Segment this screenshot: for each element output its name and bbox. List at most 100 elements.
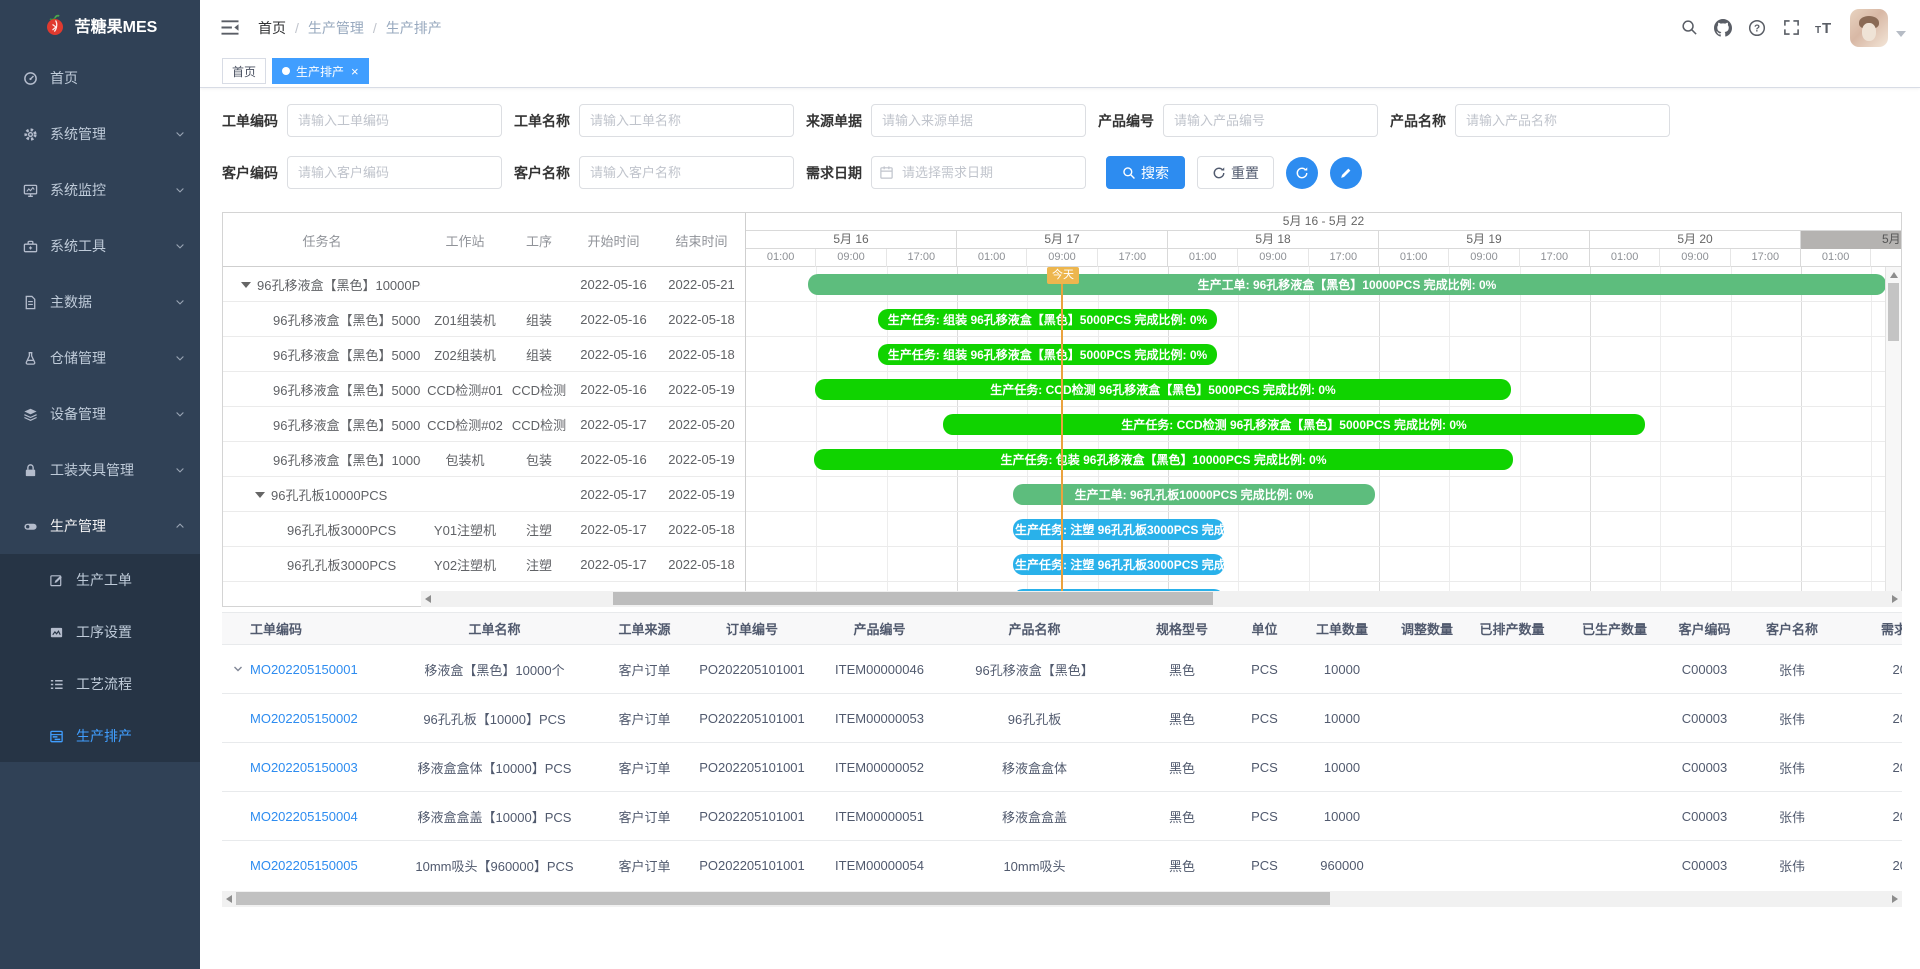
font-size-icon[interactable]: TT [1808,11,1842,45]
sidebar-item-3[interactable]: 系统工具 [0,218,200,274]
help-icon[interactable]: ? [1740,11,1774,45]
tag-0[interactable]: 首页 [222,58,266,84]
search-icon[interactable] [1672,11,1706,45]
sidebar-item-0[interactable]: 首页 [0,50,200,106]
expand-triangle-icon[interactable] [255,492,265,498]
table-cell: 客户订单 [597,694,692,742]
reset-button[interactable]: 重置 [1197,156,1274,189]
work-order-link[interactable]: MO202205150001 [250,662,358,677]
gantt-task-row[interactable]: 96孔移液盒【黑色】5000PCSZ01组装机组装2022-05-162022-… [223,302,745,337]
table-row[interactable]: MO20220515000296孔孔板【10000】PCS客户订单PO20220… [222,694,1902,743]
gantt-bar-task[interactable]: 生产任务: CCD检测 96孔移液盒【黑色】5000PCS 完成比例: 0% [815,379,1511,400]
work-order-link[interactable]: MO202205150003 [250,760,358,775]
gantt-task-row[interactable]: 96孔移液盒【黑色】5000PCSZ02组装机组装2022-05-162022-… [223,337,745,372]
gantt-task-row[interactable]: 96孔孔板3000PCSY03注塑机注塑2022-05-172022-05-18 [223,582,745,591]
table-row[interactable]: MO202205150003移液盒盒体【10000】PCS客户订单PO20220… [222,743,1902,792]
filter-input-1-4[interactable] [1455,104,1670,137]
sidebar-item-8[interactable]: 生产管理 [0,498,200,554]
table-row[interactable]: MO20220515000510mm吸头【960000】PCS客户订单PO202… [222,841,1902,889]
gantt-bar-selected[interactable]: 生产任务: 注塑 96孔孔板3000PCS 完成比例: 0% [1013,519,1224,540]
sidebar-subitem-0[interactable]: 生产工单 [0,554,200,606]
edit-circle-button[interactable] [1330,157,1362,189]
sidebar-subitem-2[interactable]: 工艺流程 [0,658,200,710]
search-button-label: 搜索 [1141,163,1169,183]
gantt-task-row[interactable]: 96孔孔板3000PCSY02注塑机注塑2022-05-172022-05-18 [223,547,745,582]
work-order-link[interactable]: MO202205150004 [250,809,358,824]
breadcrumb-item[interactable]: 首页 [258,18,286,38]
scroll-right-arrow-icon[interactable] [1892,895,1898,903]
gantt-bar-selected[interactable]: 生产任务: 注塑 96孔孔板3000PCS 完成比例: 0% [1013,554,1224,575]
search-button[interactable]: 搜索 [1106,156,1185,189]
filter-group-1-3: 产品编号 [1098,104,1378,137]
work-order-link[interactable]: MO202205150002 [250,711,358,726]
table-cell: PO202205101001 [692,645,812,693]
table-cell: 10000 [1287,743,1397,791]
row-expand-chevron-icon[interactable] [232,663,244,675]
scroll-left-arrow-icon[interactable] [226,895,232,903]
filter-input-1-2[interactable] [871,104,1086,137]
table-cell: PCS [1242,743,1287,791]
filter-input-1-3[interactable] [1163,104,1378,137]
gantt-bar-task[interactable]: 生产任务: 组装 96孔移液盒【黑色】5000PCS 完成比例: 0% [878,344,1217,365]
sidebar-item-6[interactable]: 设备管理 [0,386,200,442]
work-order-link[interactable]: MO202205150005 [250,858,358,873]
sidebar-item-label: 设备管理 [50,404,106,424]
filter-input-2-0[interactable] [287,156,502,189]
table-cell: 2022 [1837,841,1902,889]
gantt-bar-task[interactable]: 生产任务: CCD检测 96孔移液盒【黑色】5000PCS 完成比例: 0% [943,414,1645,435]
horizontal-scroll-thumb[interactable] [236,892,1330,905]
scroll-up-arrow-icon[interactable] [1890,272,1898,278]
table-cell: 张伟 [1747,743,1837,791]
vertical-scroll-thumb[interactable] [1888,283,1899,341]
user-menu-caret-icon[interactable] [1896,31,1906,37]
refresh-icon [1212,166,1226,180]
sidebar-item-4[interactable]: 主数据 [0,274,200,330]
gantt-task-row[interactable]: 96孔移液盒【黑色】5000PCSCCD检测#02CCD检测2022-05-17… [223,407,745,442]
refresh-circle-button[interactable] [1286,157,1318,189]
grid-hline [746,476,1901,477]
sidebar-subitem-3[interactable]: 生产排产 [0,710,200,762]
gantt-task-row[interactable]: 96孔移液盒【黑色】5000PCSCCD检测#01CCD检测2022-05-16… [223,372,745,407]
fullscreen-icon[interactable] [1774,11,1808,45]
gantt-bar-task[interactable]: 生产任务: 包装 96孔移液盒【黑色】10000PCS 完成比例: 0% [814,449,1513,470]
filter-label: 客户编码 [222,163,278,183]
gantt-column-header: 任务名 [223,213,421,267]
tag-close-icon[interactable]: × [351,65,359,78]
chevron-down-icon [174,352,186,364]
scroll-left-arrow-icon[interactable] [425,595,431,603]
table-row[interactable]: MO202205150004移液盒盒盖【10000】PCS客户订单PO20220… [222,792,1902,841]
gantt-task-row[interactable]: 96孔移液盒【黑色】10000PCS包装机包装2022-05-162022-05… [223,442,745,477]
user-avatar[interactable] [1850,9,1888,47]
tag-1[interactable]: 生产排产× [272,58,369,84]
sidebar-subitem-1[interactable]: 工序设置 [0,606,200,658]
filter-input-1-0[interactable] [287,104,502,137]
monitor-icon [22,182,38,198]
filter-input-2-1[interactable] [579,156,794,189]
app-logo[interactable]: 苦糖果MES [0,0,200,50]
horizontal-scroll-thumb[interactable] [613,592,1213,605]
expand-triangle-icon[interactable] [241,282,251,288]
gantt-bar-parent[interactable]: 生产工单: 96孔孔板10000PCS 完成比例: 0% [1013,484,1375,505]
gantt-horizontal-scrollbar[interactable] [421,591,1902,607]
sidebar-item-2[interactable]: 系统监控 [0,162,200,218]
sidebar-item-7[interactable]: 工装夹具管理 [0,442,200,498]
scroll-right-arrow-icon[interactable] [1892,595,1898,603]
table-row[interactable]: MO202205150001移液盒【黑色】10000个客户订单PO2022051… [222,645,1902,694]
today-marker-label: 今天 [1047,267,1079,284]
sidebar-item-5[interactable]: 仓储管理 [0,330,200,386]
gantt-vertical-scrollbar[interactable] [1885,267,1901,591]
gantt-bar-parent[interactable]: 生产工单: 96孔移液盒【黑色】10000PCS 完成比例: 0% [808,274,1886,295]
gantt-task-row[interactable]: 96孔移液盒【黑色】10000PCS2022-05-162022-05-21 [223,267,745,302]
filter-input-2-2[interactable] [871,156,1086,189]
gantt-hour-cell: 09:00 [1449,249,1519,267]
gantt-end-date: 2022-05-19 [658,477,745,512]
filter-input-1-1[interactable] [579,104,794,137]
table-cell [1457,694,1567,742]
gantt-bar-task[interactable]: 生产任务: 组装 96孔移液盒【黑色】5000PCS 完成比例: 0% [878,309,1217,330]
sidebar-toggle-icon[interactable] [220,19,240,36]
sidebar-item-1[interactable]: 系统管理 [0,106,200,162]
gantt-task-row[interactable]: 96孔孔板3000PCSY01注塑机注塑2022-05-172022-05-18 [223,512,745,547]
gantt-task-row[interactable]: 96孔孔板10000PCS2022-05-172022-05-19 [223,477,745,512]
github-icon[interactable] [1706,11,1740,45]
page-horizontal-scrollbar[interactable] [222,891,1902,907]
